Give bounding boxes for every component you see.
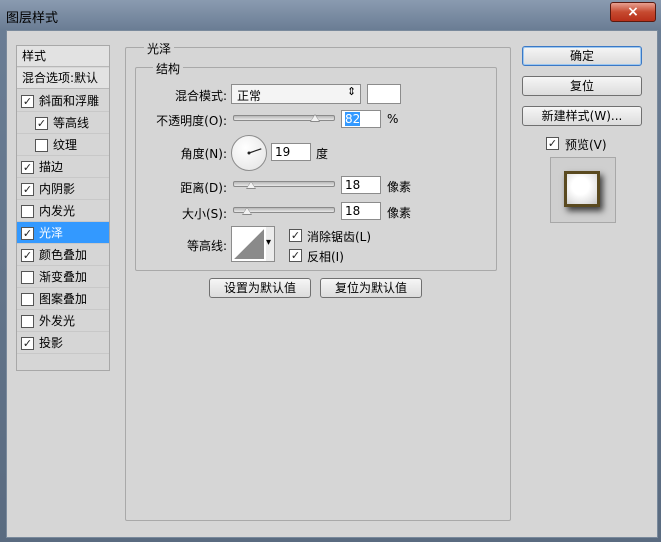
- antialias-checkbox[interactable]: ✓: [289, 229, 302, 242]
- check-icon: ✓: [22, 95, 33, 108]
- blend-mode-value: 正常: [237, 89, 262, 103]
- check-icon: ✓: [290, 229, 301, 242]
- select-arrows-icon: ⇕: [347, 85, 357, 98]
- ok-button[interactable]: 确定: [522, 46, 642, 66]
- preview-label: 预览(V): [565, 138, 607, 152]
- dialog-client: 样式 混合选项:默认 ✓ 斜面和浮雕 ✓ 等高线纹理 ✓ 描边 ✓ 内阴影内发光 ✓ 光泽 ✓ 颜色叠…: [6, 30, 658, 538]
- style-item-checkbox[interactable]: [35, 139, 48, 152]
- styles-header[interactable]: 样式: [17, 46, 109, 67]
- preview-checkbox[interactable]: ✓: [546, 137, 559, 150]
- opacity-label: 不透明度(O):: [156, 114, 227, 128]
- opacity-unit: %: [387, 112, 399, 126]
- style-item-label: 等高线: [53, 116, 90, 130]
- style-item-checkbox[interactable]: ✓: [21, 249, 34, 262]
- distance-unit: 像素: [387, 180, 412, 194]
- style-item-label: 光泽: [39, 226, 64, 240]
- contour-curve-icon: [234, 229, 264, 259]
- style-item[interactable]: ✓ 描边: [17, 156, 109, 178]
- style-item-checkbox[interactable]: [21, 205, 34, 218]
- contour-dropdown[interactable]: ▾: [266, 226, 275, 262]
- title-bar[interactable]: 图层样式 ×: [0, 0, 661, 30]
- style-item-checkbox[interactable]: [21, 271, 34, 284]
- size-slider-thumb[interactable]: [242, 207, 252, 215]
- style-item[interactable]: ✓ 斜面和浮雕: [17, 90, 109, 112]
- close-button[interactable]: ×: [610, 2, 656, 22]
- angle-dial-needle: [247, 148, 262, 155]
- satin-section-title: 光泽: [144, 40, 175, 57]
- style-item[interactable]: 图案叠加: [17, 288, 109, 310]
- style-item-label: 颜色叠加: [39, 248, 88, 262]
- style-item-checkbox[interactable]: [21, 315, 34, 328]
- blend-options-header[interactable]: 混合选项:默认: [17, 68, 109, 89]
- style-item-label: 描边: [39, 160, 64, 174]
- check-icon: ✓: [22, 337, 33, 350]
- contour-label: 等高线:: [186, 239, 227, 253]
- style-item-checkbox[interactable]: ✓: [21, 337, 34, 350]
- blend-mode-label: 混合模式:: [174, 89, 227, 103]
- reset-default-button[interactable]: 复位为默认值: [320, 278, 422, 298]
- distance-input[interactable]: 18: [341, 176, 381, 194]
- opacity-input[interactable]: 82: [341, 110, 381, 128]
- style-item-checkbox[interactable]: ✓: [21, 161, 34, 174]
- check-icon: ✓: [22, 183, 33, 196]
- check-icon: ✓: [36, 117, 47, 130]
- style-item-label: 斜面和浮雕: [39, 94, 100, 108]
- style-item-label: 图案叠加: [39, 292, 88, 306]
- close-icon: ×: [627, 4, 639, 20]
- style-item[interactable]: ✓ 光泽: [17, 222, 109, 244]
- reset-button[interactable]: 复位: [522, 76, 642, 96]
- style-item-label: 渐变叠加: [39, 270, 88, 284]
- style-item-label: 外发光: [39, 314, 76, 328]
- style-item-label: 纹理: [53, 138, 78, 152]
- style-item[interactable]: ✓ 内阴影: [17, 178, 109, 200]
- angle-dial[interactable]: [231, 135, 267, 171]
- style-item-checkbox[interactable]: [21, 293, 34, 306]
- window-title: 图层样式: [6, 11, 59, 26]
- check-icon: ✓: [547, 137, 558, 150]
- size-label: 大小(S):: [181, 207, 227, 221]
- invert-label: 反相(I): [307, 250, 344, 264]
- style-item[interactable]: 渐变叠加: [17, 266, 109, 288]
- distance-slider-thumb[interactable]: [246, 181, 256, 189]
- opacity-value: 82: [345, 112, 361, 126]
- check-icon: ✓: [22, 161, 33, 174]
- invert-checkbox[interactable]: ✓: [289, 249, 302, 262]
- style-item[interactable]: ✓ 等高线: [17, 112, 109, 134]
- style-item-label: 投影: [39, 336, 64, 350]
- layer-style-dialog: 图层样式 × 样式 混合选项:默认 ✓ 斜面和浮雕 ✓ 等高线纹理 ✓ 描边 ✓ 内阴影内发光…: [0, 0, 661, 542]
- size-input[interactable]: 18: [341, 202, 381, 220]
- angle-input[interactable]: 19: [271, 143, 311, 161]
- style-item-checkbox[interactable]: ✓: [21, 183, 34, 196]
- style-item[interactable]: 内发光: [17, 200, 109, 222]
- antialias-label: 消除锯齿(L): [307, 230, 372, 244]
- style-item-checkbox[interactable]: ✓: [35, 117, 48, 130]
- size-unit: 像素: [387, 206, 412, 220]
- check-icon: ✓: [22, 249, 33, 262]
- style-item[interactable]: ✓ 颜色叠加: [17, 244, 109, 266]
- style-item-checkbox[interactable]: ✓: [21, 227, 34, 240]
- new-style-button[interactable]: 新建样式(W)...: [522, 106, 642, 126]
- angle-unit: 度: [316, 147, 329, 161]
- set-default-button[interactable]: 设置为默认值: [209, 278, 311, 298]
- style-item[interactable]: 纹理: [17, 134, 109, 156]
- style-item[interactable]: ✓ 投影: [17, 332, 109, 354]
- structure-group-title: 结构: [153, 60, 184, 77]
- distance-label: 距离(D):: [180, 181, 227, 195]
- check-icon: ✓: [290, 249, 301, 262]
- style-item[interactable]: 外发光: [17, 310, 109, 332]
- style-list: 样式 混合选项:默认 ✓ 斜面和浮雕 ✓ 等高线纹理 ✓ 描边 ✓ 内阴影内发光 ✓ 光泽 ✓ 颜色叠…: [16, 45, 110, 371]
- style-item-label: 内发光: [39, 204, 76, 218]
- opacity-slider-thumb[interactable]: [310, 114, 320, 122]
- style-item-checkbox[interactable]: ✓: [21, 95, 34, 108]
- check-icon: ✓: [22, 227, 33, 240]
- preview-swatch: [564, 171, 600, 207]
- blend-mode-select[interactable]: 正常 ⇕: [231, 84, 361, 104]
- style-preview: [550, 157, 616, 223]
- chevron-down-icon: ▾: [266, 237, 272, 248]
- style-item-label: 内阴影: [39, 182, 76, 196]
- contour-preview[interactable]: [231, 226, 267, 262]
- angle-label: 角度(N):: [180, 147, 227, 161]
- blend-color-swatch[interactable]: [367, 84, 401, 104]
